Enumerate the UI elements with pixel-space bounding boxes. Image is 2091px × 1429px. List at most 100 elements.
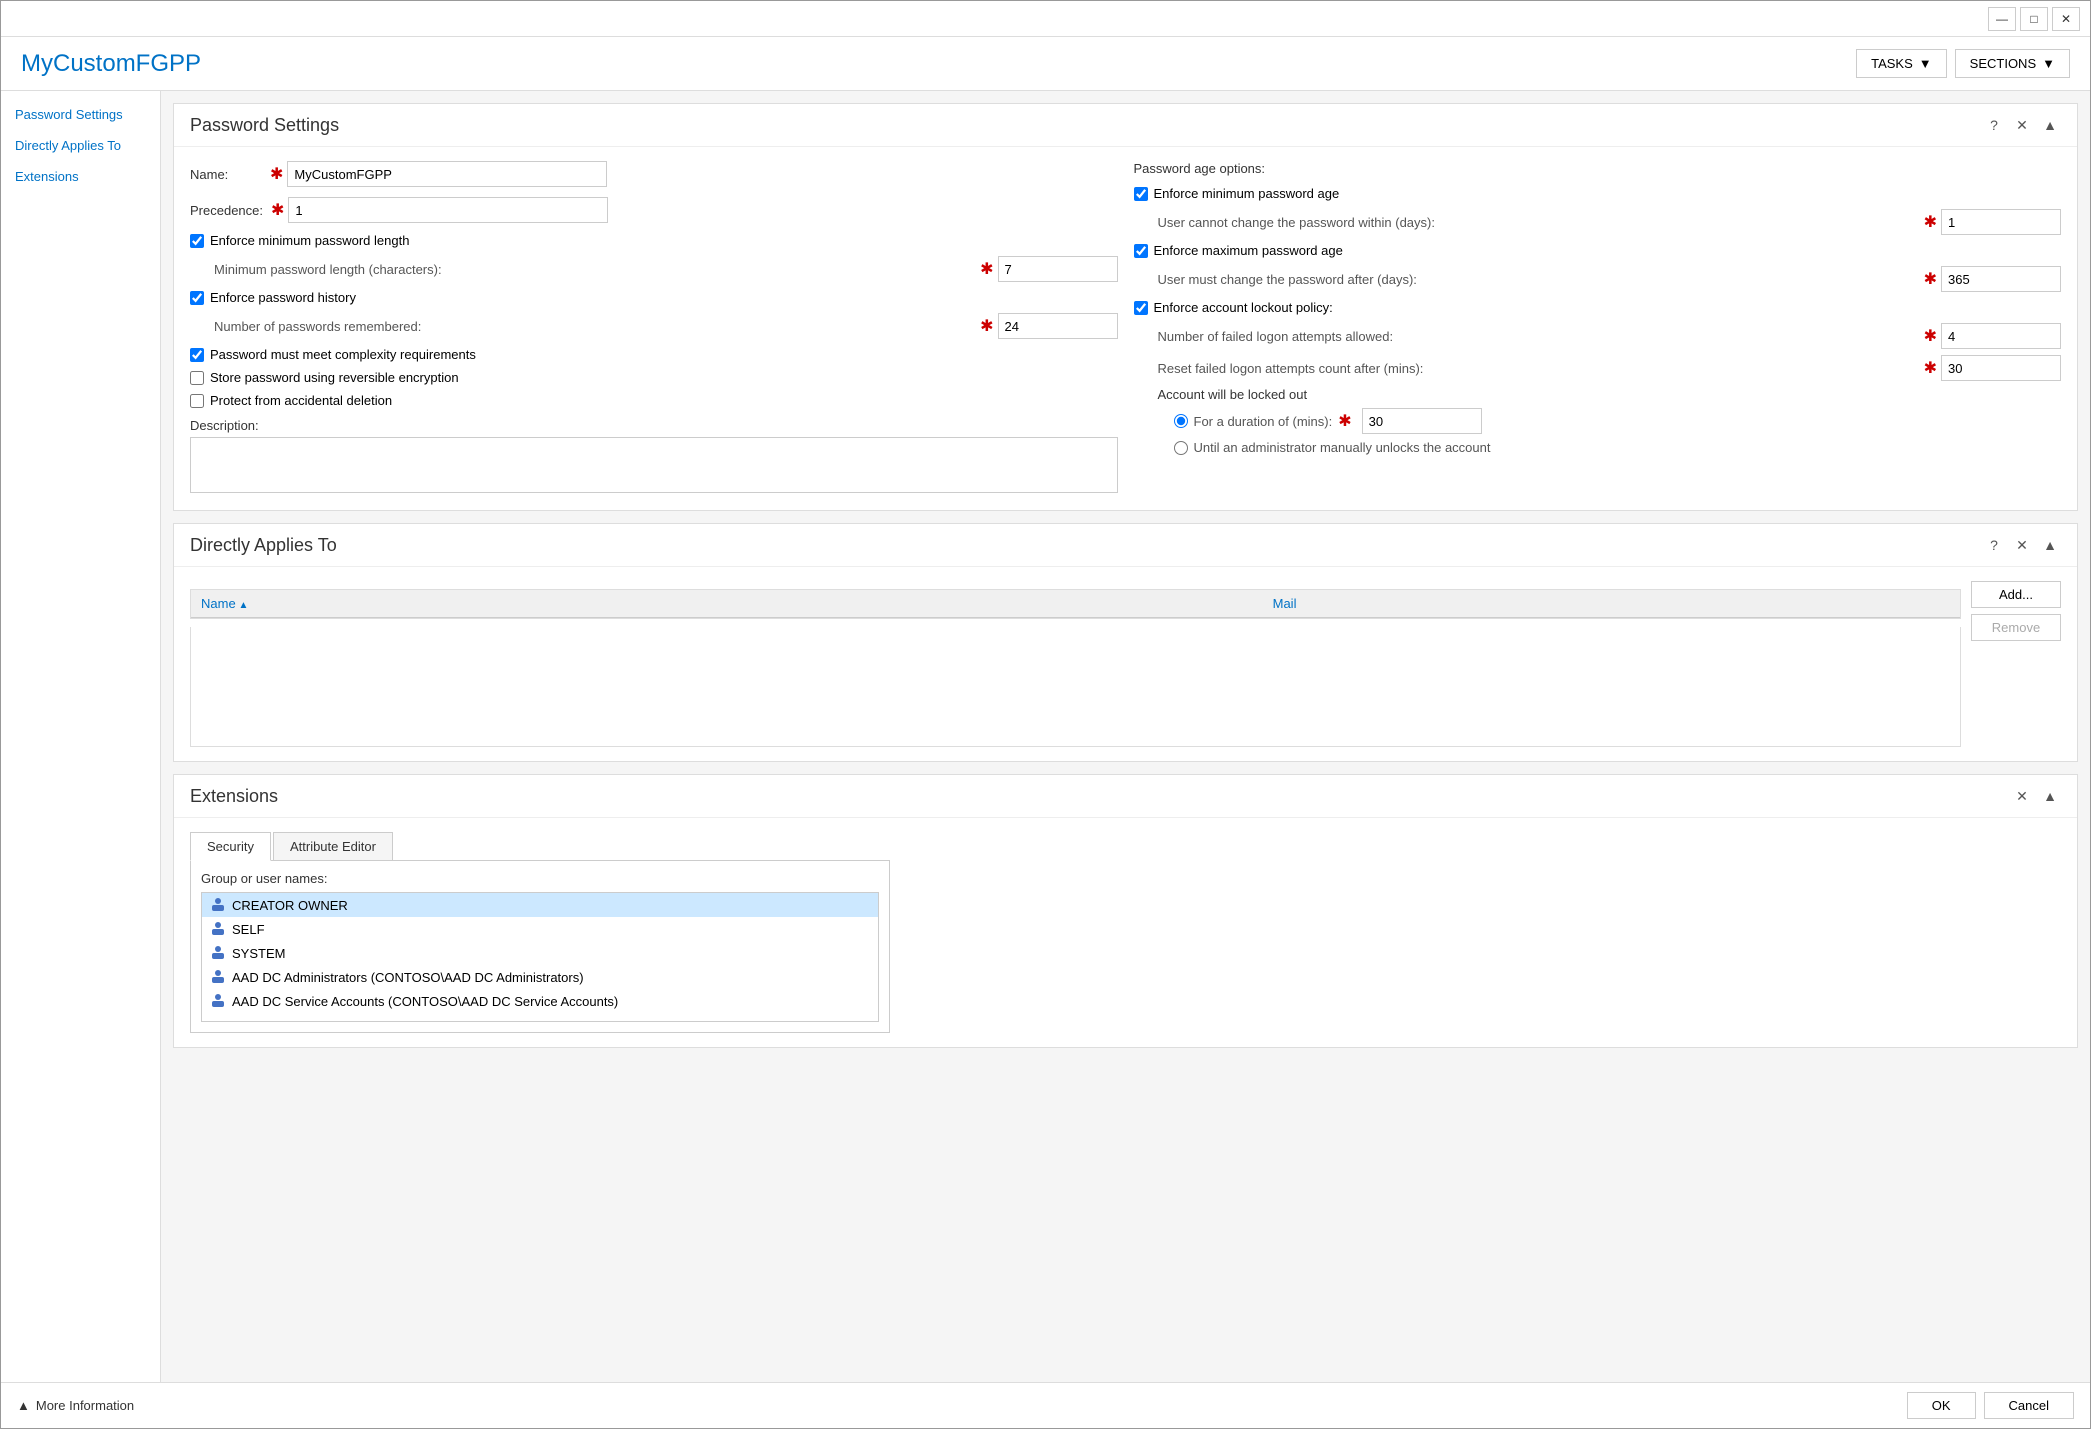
add-button[interactable]: Add... [1971,581,2061,608]
dat-col-mail[interactable]: Mail [1263,590,1960,618]
manual-radio[interactable] [1174,441,1188,455]
dat-table: Name Mail [191,590,1960,618]
precedence-label: Precedence: [190,203,271,218]
enforce-max-age-label: Enforce maximum password age [1154,243,1343,258]
sidebar-item-label: Extensions [15,169,79,184]
title-bar: — □ ✕ [1,1,2090,37]
remove-button[interactable]: Remove [1971,614,2061,641]
user-item[interactable]: SELF [202,917,878,941]
footer: ▲ More Information OK Cancel [1,1382,2090,1428]
reversible-checkbox[interactable] [190,371,204,385]
description-textarea[interactable] [190,437,1118,493]
min-length-indented: Minimum password length (characters): ✱ [190,256,1118,282]
enforce-min-age-label: Enforce minimum password age [1154,186,1340,201]
user-item[interactable]: AAD DC Administrators (CONTOSO\AAD DC Ad… [202,965,878,989]
reset-input[interactable] [1941,355,2061,381]
history-input[interactable] [998,313,1118,339]
min-age-input[interactable] [1941,209,2061,235]
user-item[interactable]: CREATOR OWNER [202,893,878,917]
enforce-min-length-label: Enforce minimum password length [210,233,409,248]
enforce-history-checkbox[interactable] [190,291,204,305]
precedence-input[interactable] [288,197,608,223]
dat-col-name[interactable]: Name [191,590,1263,618]
reset-label: Reset failed logon attempts count after … [1158,361,1924,376]
user-label: AAD DC Administrators (CONTOSO\AAD DC Ad… [232,970,584,985]
reset-row: Reset failed logon attempts count after … [1158,355,2062,381]
sidebar-item-extensions[interactable]: Extensions [1,161,160,192]
complexity-checkbox[interactable] [190,348,204,362]
dat-help-icon[interactable]: ? [1983,534,2005,556]
security-tab-content: Group or user names: CREATOR OWNERSELFSY… [190,861,890,1033]
extensions-content: Security Attribute Editor Group or user … [190,832,890,1033]
user-item[interactable]: AAD DC Service Accounts (CONTOSO\AAD DC … [202,989,878,1013]
user-label: AAD DC Service Accounts (CONTOSO\AAD DC … [232,994,618,1009]
tasks-button[interactable]: TASKS ▼ [1856,49,1947,78]
users-list[interactable]: CREATOR OWNER SELF SYSTEM AAD DC Administra… [201,892,879,1022]
chevron-up-icon: ▲ [17,1398,30,1413]
ext-close-icon[interactable]: ✕ [2011,785,2033,807]
header-buttons: TASKS ▼ SECTIONS ▼ [1856,49,2070,78]
title-bar-controls: — □ ✕ [1988,7,2080,31]
directly-applies-to-header: Directly Applies To ? ✕ ▲ [174,524,2077,567]
user-icon [210,945,226,961]
password-settings-body: Name: ✱ Precedence: ✱ [174,147,2077,510]
enforce-min-length-checkbox[interactable] [190,234,204,248]
enforce-min-age-row: Enforce minimum password age [1134,186,2062,201]
failed-attempts-input[interactable] [1941,323,2061,349]
more-info[interactable]: ▲ More Information [17,1398,134,1413]
collapse-icon[interactable]: ▲ [2039,114,2061,136]
maximize-button[interactable]: □ [2020,7,2048,31]
sidebar-item-password-settings[interactable]: Password Settings [1,99,160,130]
password-settings-two-col: Name: ✱ Precedence: ✱ [190,161,2061,496]
history-row: Number of passwords remembered: ✱ [214,313,1118,339]
sidebar-item-directly-applies-to[interactable]: Directly Applies To [1,130,160,161]
dat-table-container: Name Mail [190,589,1961,619]
close-button[interactable]: ✕ [2052,7,2080,31]
description-label: Description: [190,418,1118,433]
max-age-input[interactable] [1941,266,2061,292]
enforce-min-length-row: Enforce minimum password length [190,233,1118,248]
complexity-row: Password must meet complexity requiremen… [190,347,1118,362]
user-label: CREATOR OWNER [232,898,348,913]
name-input[interactable] [287,161,607,187]
duration-input[interactable] [1362,408,1482,434]
tab-security[interactable]: Security [190,832,271,861]
sidebar-item-label: Directly Applies To [15,138,121,153]
manual-label: Until an administrator manually unlocks … [1194,440,1491,455]
dat-buttons: Add... Remove [1961,581,2061,641]
right-col: Password age options: Enforce minimum pa… [1134,161,2062,496]
minimize-button[interactable]: — [1988,7,2016,31]
user-item[interactable]: SYSTEM [202,941,878,965]
enforce-lockout-checkbox[interactable] [1134,301,1148,315]
name-row: Name: ✱ [190,161,1118,187]
enforce-max-age-row: Enforce maximum password age [1134,243,2062,258]
help-icon[interactable]: ? [1983,114,2005,136]
description-area: Description: [190,418,1118,496]
ext-collapse-icon[interactable]: ▲ [2039,785,2061,807]
tasks-label: TASKS [1871,56,1913,71]
app-title: MyCustomFGPP [21,50,201,78]
min-length-row: Minimum password length (characters): ✱ [214,256,1118,282]
ok-button[interactable]: OK [1907,1392,1976,1419]
close-section-icon[interactable]: ✕ [2011,114,2033,136]
tab-attribute-editor[interactable]: Attribute Editor [273,832,393,860]
enforce-max-age-checkbox[interactable] [1134,244,1148,258]
sidebar: Password Settings Directly Applies To Ex… [1,91,161,1382]
sections-button[interactable]: SECTIONS ▼ [1955,49,2070,78]
password-settings-header-icons: ? ✕ ▲ [1983,114,2061,136]
dat-header-icons: ? ✕ ▲ [1983,534,2061,556]
lockout-options: For a duration of (mins): ✱ Until an adm… [1158,408,2062,455]
dat-close-icon[interactable]: ✕ [2011,534,2033,556]
user-label: SELF [232,922,265,937]
reset-required-icon: ✱ [1924,358,1937,378]
dat-table-head: Name Mail [191,590,1960,618]
manual-row: Until an administrator manually unlocks … [1174,440,2062,455]
sections-label: SECTIONS [1970,56,2036,71]
cancel-button[interactable]: Cancel [1984,1392,2074,1419]
min-length-input[interactable] [998,256,1118,282]
protect-checkbox[interactable] [190,394,204,408]
max-age-required-icon: ✱ [1924,269,1937,289]
dat-collapse-icon[interactable]: ▲ [2039,534,2061,556]
enforce-min-age-checkbox[interactable] [1134,187,1148,201]
duration-radio[interactable] [1174,414,1188,428]
